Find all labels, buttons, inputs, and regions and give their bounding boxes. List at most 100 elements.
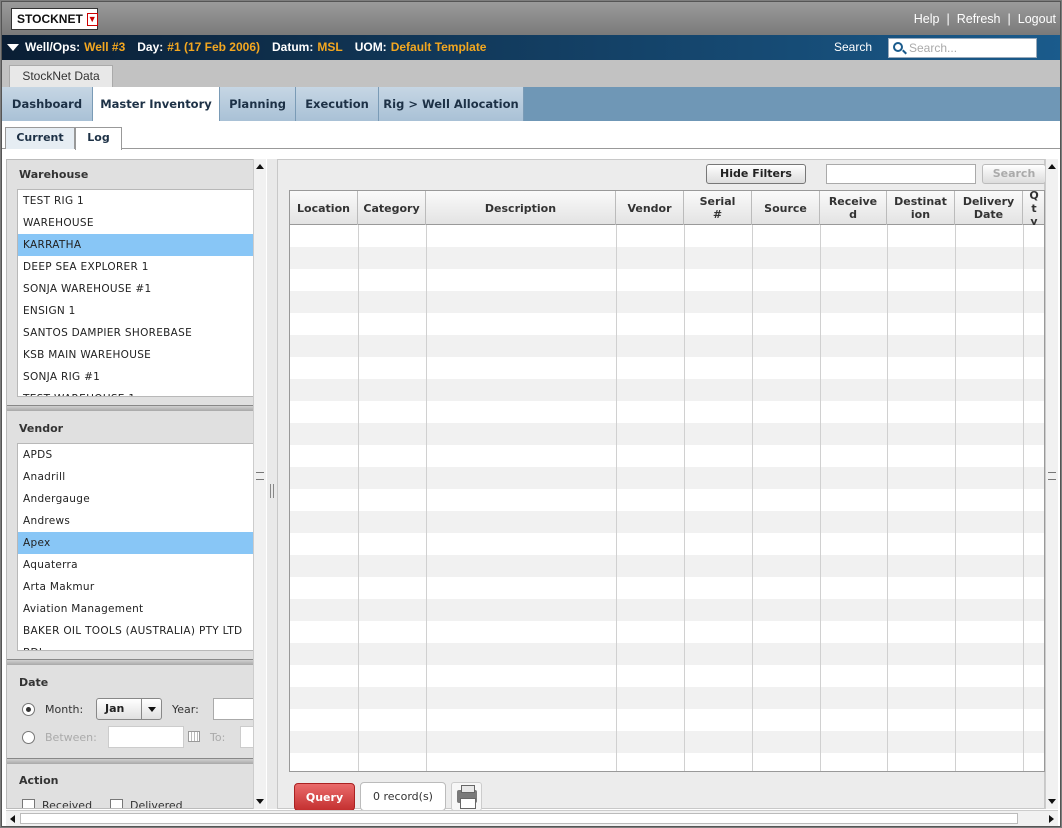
scroll-left-icon[interactable]	[10, 815, 15, 823]
between-end-input[interactable]	[240, 726, 253, 748]
vendor-item[interactable]: Aquaterra	[18, 554, 253, 576]
table-row	[290, 533, 1044, 555]
table-row	[290, 269, 1044, 291]
column-line	[752, 225, 753, 771]
column-header-description[interactable]: Description	[426, 191, 616, 225]
record-count: 0 record(s)	[360, 782, 446, 811]
vendor-item[interactable]: Aviation Management	[18, 598, 253, 620]
column-header-source[interactable]: Source	[752, 191, 820, 225]
day-value[interactable]: #1 (17 Feb 2006)	[167, 40, 260, 54]
table-row	[290, 599, 1044, 621]
column-line	[1023, 225, 1024, 771]
filter-panel-scrollbar[interactable]	[253, 159, 266, 809]
refresh-link[interactable]: Refresh	[957, 12, 1001, 26]
tab-planning[interactable]: Planning	[220, 87, 296, 121]
app-logo-text: STOCKNET	[17, 12, 83, 26]
scroll-up-icon[interactable]	[256, 164, 264, 169]
between-start-input[interactable]	[108, 726, 184, 748]
column-header-delivery-date[interactable]: Delivery Date	[955, 191, 1023, 225]
well-value[interactable]: Well #3	[84, 40, 125, 54]
scroll-thumb[interactable]	[20, 813, 1018, 824]
query-button[interactable]: Query	[294, 783, 355, 811]
logout-link[interactable]: Logout	[1018, 12, 1056, 26]
vendor-item[interactable]: BDI	[18, 642, 253, 650]
table-row	[290, 445, 1044, 467]
horizontal-scrollbar[interactable]	[6, 810, 1058, 826]
warehouse-item[interactable]: SANTOS DAMPIER SHOREBASE	[18, 322, 253, 344]
tab-stocknet-data[interactable]: StockNet Data	[9, 65, 113, 87]
vendor-item[interactable]: Andergauge	[18, 488, 253, 510]
app-logo[interactable]: STOCKNET ▼	[11, 8, 98, 30]
scroll-grip-icon[interactable]	[256, 472, 264, 480]
between-radio[interactable]	[22, 731, 35, 744]
month-radio[interactable]	[22, 703, 35, 716]
delivered-label: Delivered	[130, 799, 183, 809]
tab-current[interactable]: Current	[5, 127, 75, 149]
chevron-down-icon[interactable]: ▼	[86, 12, 98, 26]
grid-search-input[interactable]	[826, 164, 976, 184]
search-icon[interactable]	[893, 42, 903, 52]
warehouse-item[interactable]: SONJA RIG #1	[18, 366, 253, 388]
scroll-grip-icon[interactable]	[1048, 472, 1056, 480]
received-checkbox[interactable]	[22, 799, 35, 808]
column-header-qty[interactable]: Qty	[1023, 191, 1044, 225]
tab-execution[interactable]: Execution	[296, 87, 379, 121]
scroll-right-icon[interactable]	[1049, 815, 1054, 823]
vendor-item-selected[interactable]: Apex	[18, 532, 253, 554]
month-select[interactable]: Jan	[96, 698, 162, 720]
datum-value[interactable]: MSL	[317, 40, 342, 54]
column-line	[684, 225, 685, 771]
table-row	[290, 489, 1044, 511]
warehouse-item-selected[interactable]: KARRATHA	[18, 234, 253, 256]
column-header-vendor[interactable]: Vendor	[616, 191, 684, 225]
column-header-location[interactable]: Location	[290, 191, 358, 225]
top-links: Help | Refresh | Logout	[914, 12, 1056, 26]
table-row	[290, 357, 1044, 379]
vendor-item[interactable]: Anadrill	[18, 466, 253, 488]
table-row	[290, 313, 1044, 335]
vendor-item[interactable]: APDS	[18, 444, 253, 466]
calendar-icon[interactable]	[188, 731, 200, 742]
column-header-category[interactable]: Category	[358, 191, 426, 225]
search-input[interactable]: Search...	[888, 38, 1037, 58]
vendor-list[interactable]: APDS Anadrill Andergauge Andrews Apex Aq…	[17, 443, 253, 651]
tab-rig-well-allocation[interactable]: Rig > Well Allocation	[379, 87, 524, 121]
scroll-down-icon[interactable]	[256, 799, 264, 804]
column-header-received[interactable]: Received	[820, 191, 887, 225]
warehouse-item[interactable]: WAREHOUSE	[18, 212, 253, 234]
warehouse-item[interactable]: SONJA WAREHOUSE #1	[18, 278, 253, 300]
tab-dashboard[interactable]: Dashboard	[2, 87, 93, 121]
print-button[interactable]	[451, 782, 482, 811]
section-divider[interactable]	[7, 405, 253, 411]
section-divider[interactable]	[7, 758, 253, 764]
grid-body	[290, 225, 1044, 771]
scroll-down-icon[interactable]	[1048, 799, 1056, 804]
hide-filters-button[interactable]: Hide Filters	[706, 164, 806, 184]
grid-search-button[interactable]: Search	[982, 164, 1046, 184]
help-link[interactable]: Help	[914, 12, 940, 26]
filter-icon[interactable]	[7, 43, 19, 51]
warehouse-item[interactable]: TEST RIG 1	[18, 190, 253, 212]
vendor-item[interactable]: BAKER OIL TOOLS (AUSTRALIA) PTY LTD	[18, 620, 253, 642]
scroll-up-icon[interactable]	[1048, 164, 1056, 169]
panel-splitter[interactable]	[267, 159, 277, 809]
section-divider[interactable]	[7, 659, 253, 665]
dropdown-icon[interactable]	[141, 699, 161, 719]
table-row	[290, 335, 1044, 357]
results-scrollbar[interactable]	[1045, 159, 1058, 809]
warehouse-list[interactable]: TEST RIG 1 WAREHOUSE KARRATHA DEEP SEA E…	[17, 189, 253, 397]
warehouse-item[interactable]: DEEP SEA EXPLORER 1	[18, 256, 253, 278]
warehouse-item[interactable]: KSB MAIN WAREHOUSE	[18, 344, 253, 366]
tab-log[interactable]: Log	[75, 127, 122, 150]
delivered-checkbox[interactable]	[110, 799, 123, 808]
uom-value[interactable]: Default Template	[391, 40, 487, 54]
warehouse-item[interactable]: TEST WAREHOUSE 1	[18, 388, 253, 396]
column-header-serial[interactable]: Serial #	[684, 191, 752, 225]
tab-master-inventory[interactable]: Master Inventory	[93, 87, 220, 122]
splitter-grip-icon[interactable]	[270, 484, 274, 498]
vendor-item[interactable]: Andrews	[18, 510, 253, 532]
year-input[interactable]	[213, 698, 253, 720]
warehouse-item[interactable]: ENSIGN 1	[18, 300, 253, 322]
vendor-item[interactable]: Arta Makmur	[18, 576, 253, 598]
column-header-destination[interactable]: Destination	[887, 191, 955, 225]
